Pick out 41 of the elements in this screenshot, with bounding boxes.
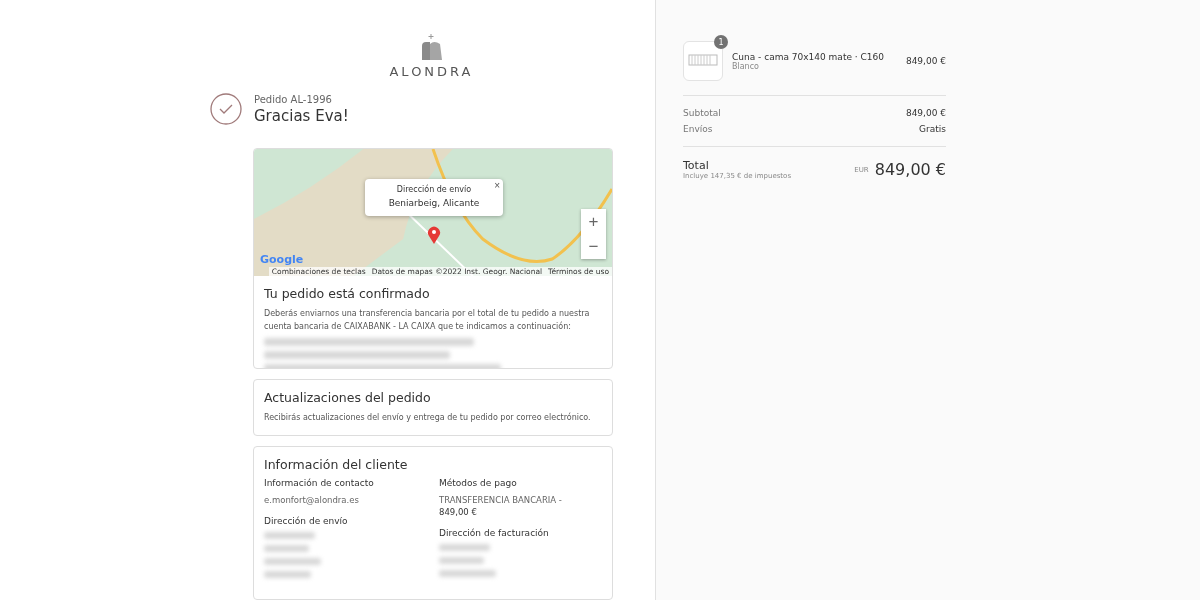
product-variant: Blanco — [732, 61, 760, 71]
total-value: 849,00 € — [874, 160, 946, 179]
section-title: Actualizaciones del pedido — [264, 390, 432, 405]
redacted-text — [264, 571, 312, 578]
redacted-text — [439, 557, 484, 564]
shipping-label: Envíos — [683, 124, 713, 134]
check-circle-icon — [210, 93, 242, 125]
section-title: Tu pedido está confirmado — [264, 286, 431, 301]
order-number: Pedido AL-1996 — [254, 93, 333, 105]
redacted-text — [264, 532, 315, 539]
info-text: TRANSFERENCIA BANCARIA - — [439, 494, 563, 506]
info-text: e.monfort@alondra.es — [264, 494, 360, 506]
zoom-in-button[interactable]: + — [581, 209, 606, 234]
close-button[interactable]: × — [494, 181, 500, 191]
redacted-text — [264, 558, 322, 565]
redacted-text — [264, 545, 309, 552]
thank-you-heading: Gracias Eva! — [254, 106, 349, 125]
zoom-out-button[interactable]: − — [581, 234, 606, 259]
popup-title: Dirección de envío — [396, 185, 472, 194]
subtotal-value: 849,00 € — [905, 108, 946, 118]
map-pin-icon — [427, 226, 441, 244]
info-text: 849,00 € — [439, 506, 478, 518]
section-title: Información del cliente — [264, 457, 409, 472]
info-heading: Dirección de envío — [264, 516, 349, 526]
payment-instructions: Deberás enviarnos una transferencia bancaria por el total de tu pedido a nuestra cuenta bancaria de CAIXABANK - LA CAIXA que te indicamos a continuación: — [264, 308, 591, 333]
brand-name: ALONDRA — [389, 64, 474, 79]
product-name: Cuna - cama 70x140 mate · C160 — [732, 51, 885, 62]
map-logo: Google — [260, 253, 304, 266]
updates-text: Recibirás actualizaciones del envío y entrega de tu pedido por correo electrónico. — [264, 411, 592, 424]
product-price: 849,00 € — [905, 56, 946, 66]
crib-icon — [688, 54, 718, 68]
quantity-badge: 1 — [714, 35, 728, 49]
info-heading: Información de contacto — [264, 478, 375, 488]
subtotal-label: Subtotal — [683, 108, 721, 118]
info-heading: Métodos de pago — [439, 478, 518, 488]
total-label: Total — [683, 159, 710, 172]
info-heading: Dirección de facturación — [439, 528, 550, 538]
shipping-value: Gratis — [919, 124, 946, 134]
popup-address: Beniarbeig, Alicante — [387, 198, 481, 208]
redacted-text — [439, 544, 490, 551]
redacted-text — [439, 570, 497, 577]
